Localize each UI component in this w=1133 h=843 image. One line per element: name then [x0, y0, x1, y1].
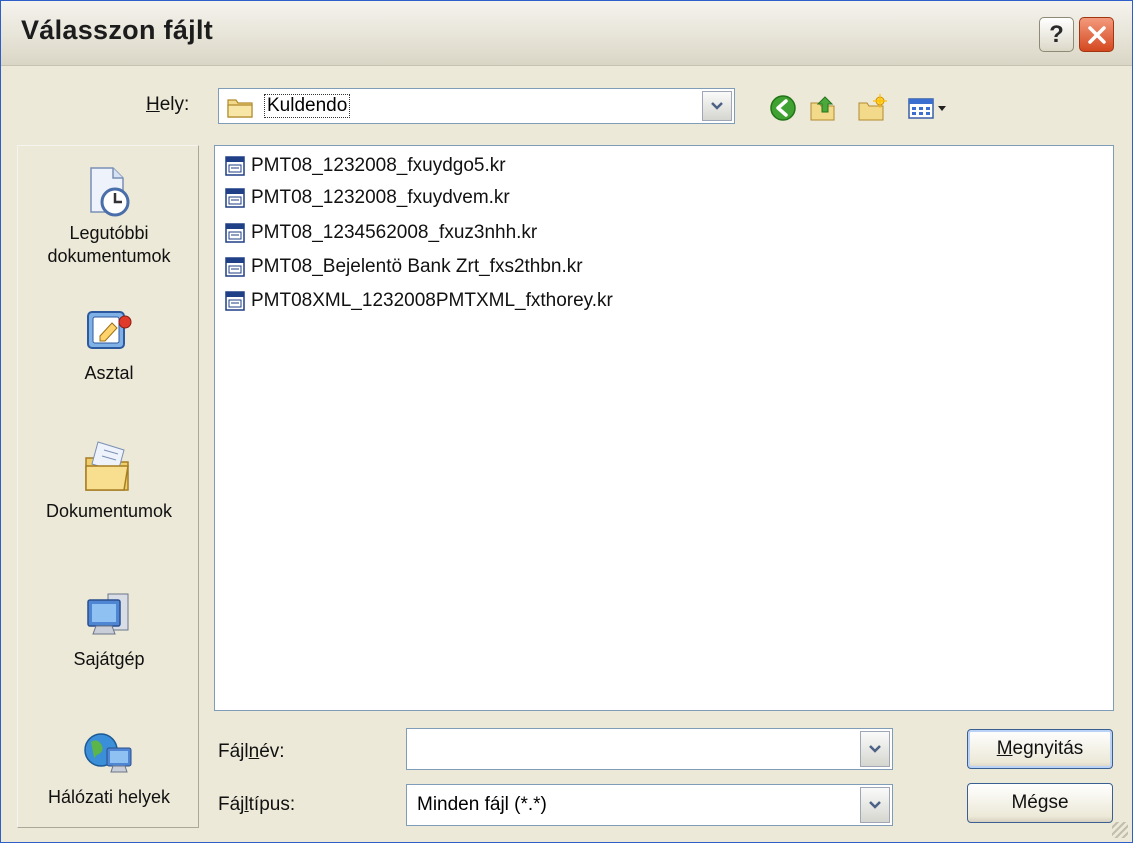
up-folder-icon: [810, 96, 835, 121]
recent-documents-icon: [90, 167, 130, 217]
file-item[interactable]: PMT08_1232008_fxuydvem.kr: [225, 183, 510, 213]
chevron-down-icon: [869, 745, 881, 753]
file-item[interactable]: PMT08_1234562008_fxuz3nhh.kr: [225, 218, 537, 248]
place-label: Dokumentumok: [45, 501, 173, 521]
file-item[interactable]: PMT08_1232008_fxuydgo5.kr: [225, 151, 506, 181]
file-name: PMT08_1232008_fxuydgo5.kr: [251, 155, 506, 176]
cancel-button[interactable]: Mé g se: [967, 783, 1113, 823]
new-folder-icon: [858, 94, 887, 121]
file-open-dialog: Válasszon fájlt ? Hely: Kuldendo Legutób…: [0, 0, 1133, 843]
dialog-title: Válasszon fájlt: [21, 15, 214, 45]
location-dropdown-button[interactable]: [702, 91, 732, 121]
place-recent-documents[interactable]: Legutóbbi dokumentumok: [18, 164, 200, 268]
place-label: Hálózati helyek: [47, 787, 171, 807]
my-computer-icon: [87, 593, 129, 635]
open-button[interactable]: Megnyitás: [967, 729, 1113, 769]
chevron-down-icon: [711, 102, 723, 110]
file-name: PMT08XML_1232008PMTXML_fxthorey.kr: [251, 290, 613, 311]
place-label: Sajátgép: [73, 649, 145, 669]
location-combobox[interactable]: Kuldendo: [218, 88, 735, 124]
file-icon: [225, 156, 245, 176]
resize-grip[interactable]: [1112, 822, 1128, 838]
file-name: PMT08_Bejelentö Bank Zrt_fxs2thbn.kr: [251, 256, 583, 277]
filename-label: Fájlnév:: [218, 741, 285, 762]
filename-dropdown-button[interactable]: [860, 731, 890, 767]
filename-combobox[interactable]: [406, 728, 893, 770]
title-bar[interactable]: Válasszon fájlt ?: [1, 1, 1132, 66]
view-menu-icon: [908, 98, 946, 119]
file-name: PMT08_1232008_fxuydvem.kr: [251, 187, 510, 208]
file-item[interactable]: PMT08XML_1232008PMTXML_fxthorey.kr: [225, 286, 613, 316]
up-folder-button[interactable]: [807, 92, 839, 124]
back-icon: [770, 95, 796, 121]
help-glyph: ?: [1049, 20, 1064, 48]
file-list[interactable]: PMT08_1232008_fxuydgo5.kr PMT08_1232008_…: [214, 145, 1114, 711]
places-bar: Legutóbbi dokumentumok Asztal Dokumentum…: [17, 145, 199, 828]
location-value: Kuldendo: [263, 94, 351, 118]
back-button[interactable]: [767, 92, 799, 124]
network-places-icon: [84, 733, 132, 773]
filename-input[interactable]: [413, 735, 857, 763]
my-documents-icon: [85, 441, 129, 491]
close-icon: [1087, 25, 1106, 44]
place-label: Legutóbbi dokumentumok: [47, 223, 171, 266]
filetype-value: Minden fájl (*.*): [417, 794, 547, 815]
place-my-documents[interactable]: Dokumentumok: [18, 438, 200, 523]
file-icon: [225, 188, 245, 208]
filetype-dropdown-button[interactable]: [860, 787, 890, 823]
place-network[interactable]: Hálózati helyek: [18, 728, 200, 809]
desktop-icon: [87, 311, 132, 349]
file-icon: [225, 223, 245, 243]
filetype-label: Fájltípus:: [218, 794, 296, 815]
location-label: Hely:: [146, 94, 190, 115]
view-menu-button[interactable]: [905, 92, 951, 124]
close-button[interactable]: [1079, 17, 1114, 52]
chevron-down-icon: [869, 801, 881, 809]
help-button[interactable]: ?: [1039, 17, 1074, 52]
place-desktop[interactable]: Asztal: [18, 306, 200, 385]
file-icon: [225, 291, 245, 311]
folder-icon: [227, 99, 253, 118]
file-icon: [225, 257, 245, 277]
place-my-computer[interactable]: Sajátgép: [18, 590, 200, 671]
place-label: Asztal: [84, 363, 134, 383]
filetype-combobox[interactable]: Minden fájl (*.*): [406, 784, 893, 826]
file-item[interactable]: PMT08_Bejelentö Bank Zrt_fxs2thbn.kr: [225, 252, 583, 282]
file-name: PMT08_1234562008_fxuz3nhh.kr: [251, 222, 538, 243]
new-folder-button[interactable]: [856, 92, 888, 124]
